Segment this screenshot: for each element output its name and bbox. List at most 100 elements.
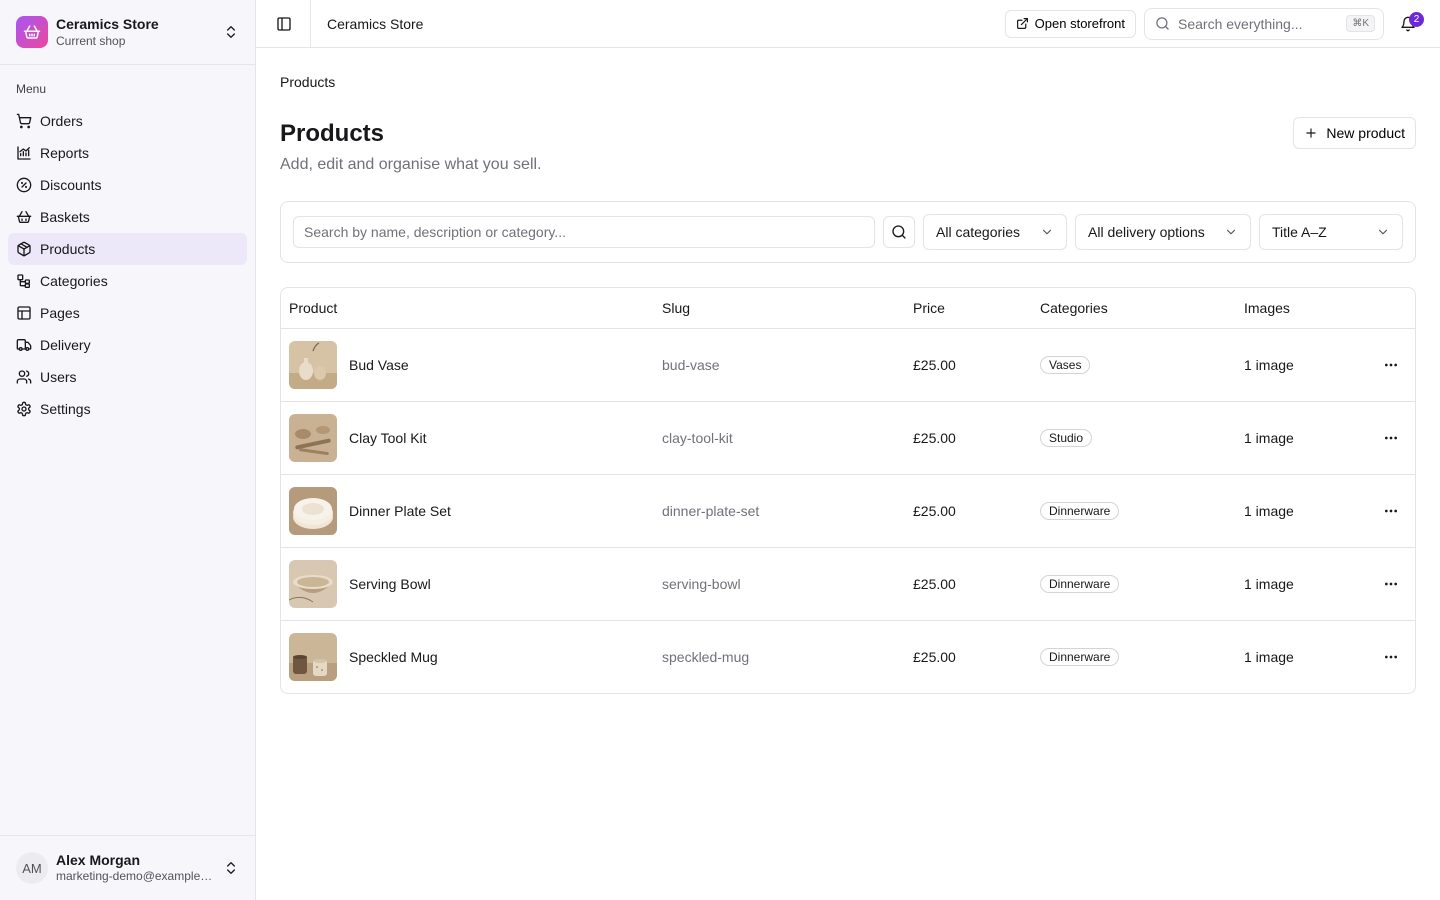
table-row[interactable]: Clay Tool Kit clay-tool-kit £25.00 Studi… <box>281 401 1415 474</box>
search-icon <box>1155 16 1170 31</box>
global-search-placeholder: Search everything... <box>1178 15 1303 32</box>
sidebar-item-label: Users <box>40 369 77 385</box>
column-header-slug: Slug <box>654 288 905 329</box>
product-slug: serving-bowl <box>662 575 741 592</box>
user-menu[interactable]: AM Alex Morgan marketing-demo@example.co… <box>0 835 255 900</box>
row-actions-button[interactable] <box>1375 568 1407 600</box>
product-name[interactable]: Serving Bowl <box>349 576 431 592</box>
sidebar-item-reports[interactable]: Reports <box>8 137 247 169</box>
sidebar-item-settings[interactable]: Settings <box>8 393 247 425</box>
product-search-input[interactable]: Search by name, description or category.… <box>293 216 875 248</box>
product-price: £25.00 <box>913 648 956 665</box>
row-actions-button[interactable] <box>1375 641 1407 673</box>
shop-name: Ceramics Store <box>56 15 159 32</box>
product-price: £25.00 <box>913 356 956 373</box>
row-actions-button[interactable] <box>1375 422 1407 454</box>
basket-icon <box>16 209 32 225</box>
sidebar-toggle-icon[interactable] <box>274 14 294 34</box>
delivery-filter-select[interactable]: All delivery options <box>1075 214 1251 250</box>
product-slug: dinner-plate-set <box>662 502 760 519</box>
product-name[interactable]: Dinner Plate Set <box>349 503 451 519</box>
external-link-icon <box>1016 17 1029 30</box>
sidebar-menu: Menu Orders Reports Discounts Baskets Pr… <box>0 65 255 835</box>
product-images-count: 1 image <box>1244 356 1294 373</box>
sidebar: Ceramics Store Current shop Menu Orders … <box>0 0 256 900</box>
new-product-label: New product <box>1326 125 1405 141</box>
open-storefront-button[interactable]: Open storefront <box>1004 9 1136 38</box>
sort-value: Title A–Z <box>1272 224 1327 240</box>
main-area: Ceramics Store Open storefront Search ev… <box>256 0 1440 900</box>
sidebar-item-users[interactable]: Users <box>8 361 247 393</box>
product-name[interactable]: Speckled Mug <box>349 649 438 665</box>
shortcut-hint: ⌘K <box>1346 15 1375 32</box>
table-row[interactable]: Bud Vase bud-vase £25.00 Vases 1 image <box>281 328 1415 401</box>
sidebar-item-products[interactable]: Products <box>8 233 247 265</box>
users-icon <box>16 369 32 385</box>
product-name[interactable]: Bud Vase <box>349 357 409 373</box>
shop-switcher[interactable]: Ceramics Store Current shop <box>0 0 255 65</box>
table-row[interactable]: Speckled Mug speckled-mug £25.00 Dinnerw… <box>281 620 1415 693</box>
sidebar-item-label: Settings <box>40 401 91 417</box>
sidebar-item-orders[interactable]: Orders <box>8 105 247 137</box>
product-slug: bud-vase <box>662 356 720 373</box>
box-icon <box>16 241 32 257</box>
menu-label: Menu <box>16 82 47 96</box>
user-email: marketing-demo@example.com <box>56 869 215 884</box>
filter-bar: Search by name, description or category.… <box>280 201 1416 263</box>
sort-select[interactable]: Title A–Z <box>1259 214 1403 250</box>
chevron-down-icon <box>1376 225 1390 239</box>
new-product-button[interactable]: New product <box>1293 117 1416 149</box>
column-header-product: Product <box>281 288 654 329</box>
chart-icon <box>16 145 32 161</box>
more-horizontal-icon <box>1383 503 1399 519</box>
cart-icon <box>16 113 32 129</box>
category-filter-select[interactable]: All categories <box>923 214 1067 250</box>
sidebar-item-discounts[interactable]: Discounts <box>8 169 247 201</box>
product-price: £25.00 <box>913 575 956 592</box>
column-header-price: Price <box>905 288 1032 329</box>
product-name[interactable]: Clay Tool Kit <box>349 430 427 446</box>
open-storefront-label: Open storefront <box>1034 16 1125 31</box>
sidebar-item-label: Baskets <box>40 209 90 225</box>
chevrons-up-down-icon <box>223 860 239 876</box>
table-row[interactable]: Serving Bowl serving-bowl £25.00 Dinnerw… <box>281 547 1415 620</box>
chevron-down-icon <box>1224 225 1238 239</box>
page-title: Products <box>280 120 385 147</box>
sidebar-item-delivery[interactable]: Delivery <box>8 329 247 361</box>
products-page: Products Products Add, edit and organise… <box>256 48 1440 694</box>
global-search[interactable]: Search everything... ⌘K <box>1144 7 1384 40</box>
breadcrumb[interactable]: Products <box>280 72 1416 92</box>
product-thumbnail <box>289 413 337 462</box>
plus-icon <box>1304 126 1318 140</box>
category-badge: Dinnerware <box>1040 647 1120 666</box>
search-button[interactable] <box>883 216 915 248</box>
sidebar-item-label: Discounts <box>40 177 102 193</box>
notification-count-badge: 2 <box>1409 11 1424 27</box>
product-thumbnail <box>289 559 337 608</box>
sidebar-item-categories[interactable]: Categories <box>8 265 247 297</box>
product-price: £25.00 <box>913 429 956 446</box>
product-slug: speckled-mug <box>662 648 750 665</box>
more-horizontal-icon <box>1383 649 1399 665</box>
search-icon <box>891 224 907 240</box>
row-actions-button[interactable] <box>1375 349 1407 381</box>
table-row[interactable]: Dinner Plate Set dinner-plate-set £25.00… <box>281 474 1415 547</box>
delivery-filter-value: All delivery options <box>1088 224 1205 240</box>
more-horizontal-icon <box>1383 576 1399 592</box>
discount-icon <box>16 177 32 193</box>
topbar: Ceramics Store Open storefront Search ev… <box>256 0 1440 48</box>
shop-subtitle: Current shop <box>56 33 126 48</box>
product-price: £25.00 <box>913 502 956 519</box>
avatar: AM <box>16 852 48 884</box>
page-subtitle: Add, edit and organise what you sell. <box>280 156 542 173</box>
product-thumbnail <box>289 486 337 535</box>
sidebar-item-pages[interactable]: Pages <box>8 297 247 329</box>
table-header-row: Product Slug Price Categories Images <box>281 288 1415 329</box>
categories-icon <box>16 273 32 289</box>
sidebar-item-label: Pages <box>40 305 80 321</box>
notifications-button[interactable]: 2 <box>1392 8 1424 40</box>
category-filter-value: All categories <box>936 224 1021 240</box>
row-actions-button[interactable] <box>1375 495 1407 527</box>
sidebar-item-baskets[interactable]: Baskets <box>8 201 247 233</box>
sidebar-item-label: Products <box>40 241 96 257</box>
